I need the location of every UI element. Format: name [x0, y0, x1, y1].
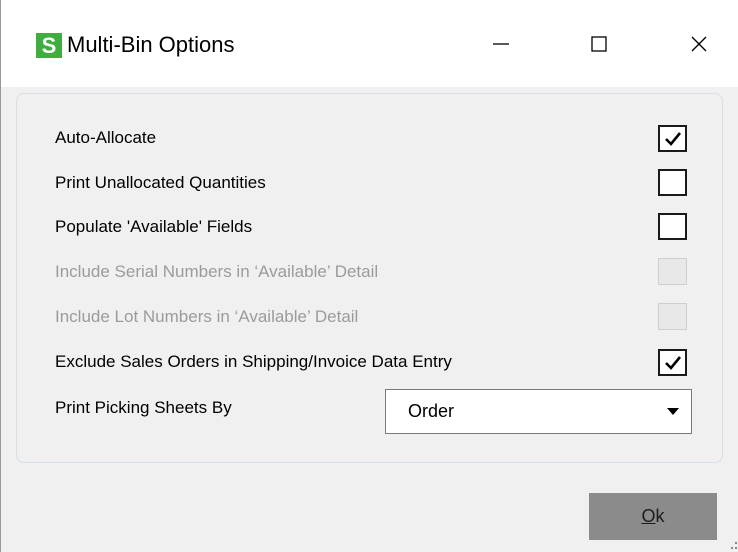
print-unallocated-quantities-label: Print Unallocated Quantities: [55, 173, 266, 192]
window-title: Multi-Bin Options: [67, 32, 235, 57]
title-bar[interactable]: S Multi-Bin Options: [1, 0, 738, 87]
minimize-icon: [493, 43, 509, 45]
populate-available-fields-label: Populate 'Available' Fields: [55, 217, 253, 236]
minimize-button[interactable]: [473, 22, 529, 66]
maximize-icon: [591, 36, 607, 52]
ok-button[interactable]: Ok: [589, 493, 717, 540]
checkmark-icon: [664, 355, 681, 370]
print-picking-sheets-by-select[interactable]: Order: [385, 389, 692, 434]
include-lot-numbers-label: Include Lot Numbers in ‘Available’ Detai…: [55, 307, 359, 326]
exclude-sales-orders-label: Exclude Sales Orders in Shipping/Invoice…: [55, 352, 452, 371]
print-unallocated-quantities-checkbox[interactable]: [658, 169, 687, 196]
close-button[interactable]: [671, 22, 727, 66]
auto-allocate-checkbox[interactable]: [658, 125, 687, 152]
ok-label-rest: k: [655, 506, 665, 526]
multi-bin-options-dialog: S Multi-Bin Options Auto-Allocate Print …: [0, 0, 738, 552]
sage-app-icon: S: [36, 33, 62, 58]
close-icon: [691, 36, 707, 52]
exclude-sales-orders-checkbox[interactable]: [658, 349, 687, 376]
populate-available-fields-checkbox[interactable]: [658, 213, 687, 240]
include-serial-numbers-checkbox: [658, 258, 687, 285]
maximize-button[interactable]: [571, 22, 627, 66]
picking-select-value: Order: [408, 401, 455, 421]
include-serial-numbers-label: Include Serial Numbers in ‘Available’ De…: [55, 262, 379, 281]
print-picking-sheets-by-label: Print Picking Sheets By: [55, 398, 232, 417]
ok-mnemonic: O: [641, 506, 656, 526]
include-lot-numbers-checkbox: [658, 303, 687, 330]
auto-allocate-label: Auto-Allocate: [55, 128, 157, 147]
chevron-down-icon[interactable]: [667, 408, 679, 415]
checkmark-icon: [664, 131, 681, 146]
resize-grip-icon[interactable]: [731, 540, 738, 552]
